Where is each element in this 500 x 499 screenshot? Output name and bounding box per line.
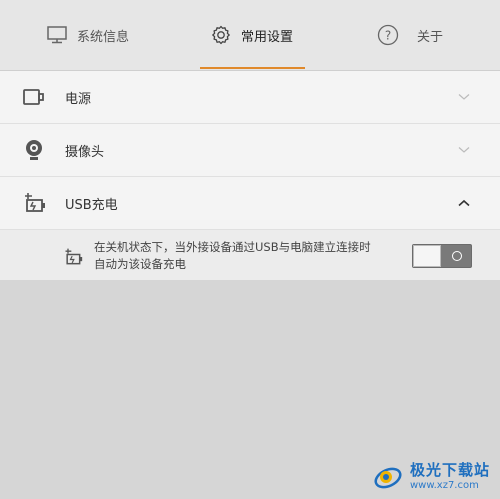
watermark-url: www.xz7.com: [409, 480, 479, 491]
watermark: 极光下载站 www.xz7.com: [372, 461, 490, 493]
tab-system-info[interactable]: 系统信息: [47, 0, 129, 70]
toggle-off-indicator-icon: [452, 251, 462, 261]
setting-label: USB充电: [65, 197, 118, 213]
tab-common-settings[interactable]: 常用设置: [211, 0, 293, 70]
option-description-line: 自动为该设备充电: [94, 257, 186, 271]
watermark-name: 极光下载站: [409, 461, 490, 479]
option-description: 在关机状态下，当外接设备通过USB与电脑建立连接时 自动为该设备充电: [94, 239, 414, 273]
tab-label: 常用设置: [241, 29, 294, 45]
chevron-up-icon[interactable]: [458, 199, 470, 207]
toggle-knob: [413, 245, 441, 267]
usb-charge-icon: [22, 192, 46, 214]
tab-bar: 系统信息 常用设置 ? 关于: [0, 0, 500, 71]
setting-label: 摄像头: [65, 144, 105, 160]
tab-label: 系统信息: [77, 29, 130, 45]
tab-label: 关于: [417, 29, 444, 45]
setting-row-power[interactable]: 电源: [0, 71, 500, 124]
active-tab-indicator: [200, 67, 305, 69]
settings-panel: 电源 摄像头 USB充电 在关机状态下，当外接设备通过USB与电脑建立连接时 自…: [0, 71, 500, 280]
help-circle-icon: ?: [377, 24, 399, 46]
gear-icon: [211, 25, 231, 45]
watermark-text: 极光下载站 www.xz7.com: [410, 463, 490, 491]
battery-icon: [22, 87, 46, 107]
aurora-logo-icon: [374, 467, 402, 489]
usb-charge-option: 在关机状态下，当外接设备通过USB与电脑建立连接时 自动为该设备充电: [0, 230, 500, 280]
monitor-icon: [47, 26, 67, 44]
webcam-icon: [22, 138, 46, 162]
tab-about[interactable]: ? 关于: [377, 0, 443, 70]
setting-row-usb-charge[interactable]: USB充电: [0, 177, 500, 230]
setting-label: 电源: [65, 91, 92, 107]
svg-text:?: ?: [385, 29, 391, 43]
usb-charge-toggle[interactable]: [412, 244, 472, 268]
usb-charge-icon: [63, 247, 83, 267]
chevron-down-icon[interactable]: [458, 146, 470, 154]
setting-row-camera[interactable]: 摄像头: [0, 124, 500, 177]
option-description-line: 在关机状态下，当外接设备通过USB与电脑建立连接时: [94, 240, 371, 254]
chevron-down-icon[interactable]: [458, 93, 470, 101]
